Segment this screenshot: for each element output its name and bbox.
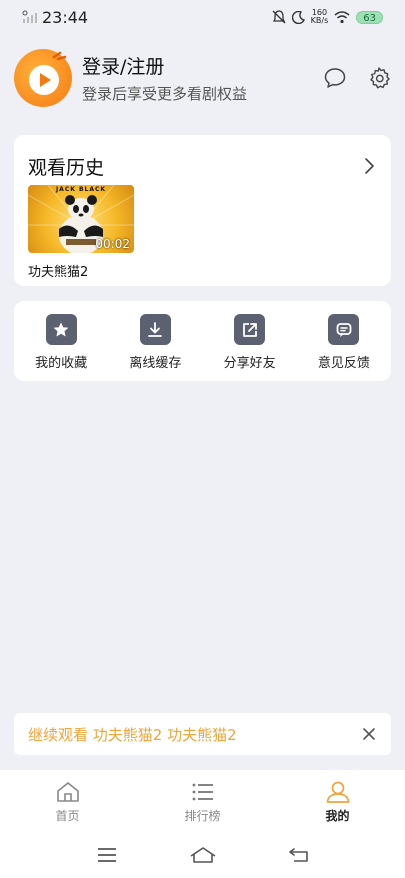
resume-watching-bar[interactable]: 继续观看 功夫熊猫2 功夫熊猫2 bbox=[14, 713, 391, 755]
mute-bell-icon bbox=[272, 10, 286, 24]
play-logo-icon bbox=[29, 51, 67, 95]
star-icon bbox=[45, 314, 77, 345]
resume-watching-text[interactable]: 继续观看 功夫熊猫2 功夫熊猫2 bbox=[28, 724, 237, 745]
moon-icon bbox=[291, 10, 305, 24]
tool-favorites-label: 我的收藏 bbox=[35, 356, 88, 371]
profile-actions bbox=[323, 66, 391, 90]
status-bar: 23:44 160 KB/s 63 bbox=[0, 0, 405, 34]
history-item-title[interactable]: 功夫熊猫2 bbox=[28, 261, 134, 280]
tool-favorites[interactable]: 我的收藏 bbox=[14, 301, 108, 381]
gear-icon[interactable] bbox=[367, 66, 391, 90]
system-nav-bar bbox=[0, 832, 405, 878]
profile-header[interactable]: 登录/注册 登录后享受更多看剧权益 bbox=[14, 48, 391, 108]
signal-icon bbox=[22, 10, 37, 23]
status-left: 23:44 bbox=[22, 8, 88, 27]
back-icon[interactable] bbox=[288, 846, 310, 864]
chat-bubble-icon[interactable] bbox=[323, 66, 347, 90]
tool-offline-cache[interactable]: 离线缓存 bbox=[108, 301, 202, 381]
list-icon bbox=[192, 783, 213, 801]
login-register-link[interactable]: 登录/注册 bbox=[82, 52, 247, 79]
status-time: 23:44 bbox=[42, 7, 89, 27]
home-nav-icon[interactable] bbox=[189, 846, 217, 864]
history-item[interactable]: JACK BLACK 00:02 功夫熊猫2 bbox=[28, 185, 134, 280]
watch-history-header[interactable]: 观看历史 bbox=[14, 135, 391, 183]
battery-indicator: 63 bbox=[356, 10, 383, 24]
wifi-icon bbox=[334, 10, 350, 23]
tool-offline-cache-label: 离线缓存 bbox=[129, 356, 182, 371]
net-speed-unit: KB/s bbox=[310, 16, 329, 25]
tab-ranking-label: 排行榜 bbox=[184, 809, 221, 823]
tool-feedback-label: 意见反馈 bbox=[317, 356, 370, 371]
history-progress-time: 00:02 bbox=[95, 237, 130, 251]
feedback-icon bbox=[328, 314, 360, 345]
person-icon bbox=[326, 781, 349, 803]
share-icon bbox=[234, 314, 266, 345]
status-right: 160 KB/s 63 bbox=[272, 9, 383, 25]
net-speed: 160 KB/s bbox=[311, 9, 329, 25]
login-benefit-text: 登录后享受更多看剧权益 bbox=[82, 85, 248, 103]
tab-ranking[interactable]: 排行榜 bbox=[135, 770, 270, 832]
tab-mine-label: 我的 bbox=[325, 809, 350, 823]
close-icon[interactable] bbox=[361, 726, 377, 742]
tool-share-friends-label: 分享好友 bbox=[223, 356, 276, 371]
tools-card: 我的收藏 离线缓存 分享好友 意见反馈 bbox=[14, 301, 391, 381]
profile-text: 登录/注册 登录后享受更多看剧权益 bbox=[82, 52, 247, 104]
tab-home[interactable]: 首页 bbox=[0, 770, 135, 832]
tab-mine[interactable]: 我的 bbox=[270, 770, 405, 832]
history-thumbnail[interactable]: JACK BLACK 00:02 bbox=[28, 185, 134, 253]
app-logo[interactable] bbox=[14, 49, 72, 107]
bottom-tab-bar: 首页 排行榜 我的 bbox=[0, 770, 405, 832]
home-icon bbox=[56, 782, 79, 802]
tool-share-friends[interactable]: 分享好友 bbox=[203, 301, 297, 381]
menu-icon[interactable] bbox=[96, 846, 118, 864]
watch-history-card: 观看历史 JACK BLACK 00:02 功夫熊猫2 bbox=[14, 135, 391, 286]
tool-feedback[interactable]: 意见反馈 bbox=[297, 301, 391, 381]
tab-home-label: 首页 bbox=[55, 809, 80, 823]
watch-history-title: 观看历史 bbox=[28, 156, 105, 179]
chevron-right-icon[interactable] bbox=[363, 156, 377, 176]
download-icon bbox=[139, 314, 171, 345]
